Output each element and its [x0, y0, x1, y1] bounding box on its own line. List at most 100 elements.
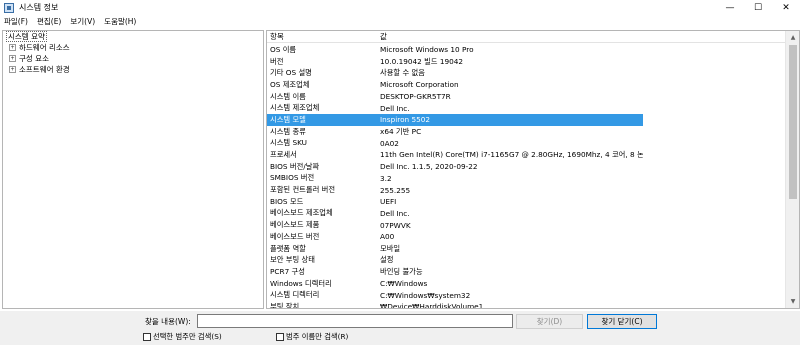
list-rows: OS 이름 Microsoft Windows 10 Pro 버전 10.0.1904…	[267, 44, 786, 309]
minimize-button[interactable]: —	[716, 0, 744, 15]
search-selected-category-checkbox[interactable]: 선택한 범주만 검색(S)	[143, 332, 222, 342]
find-label: 찾을 내용(W):	[145, 317, 191, 326]
table-row[interactable]: OS 이름 Microsoft Windows 10 Pro	[267, 44, 786, 56]
table-row[interactable]: 베이스보드 제조업체 Dell Inc.	[267, 208, 786, 220]
tree-item-components[interactable]: + 구성 요소	[3, 53, 263, 64]
table-row[interactable]: 시스템 디렉터리 C:₩Windows₩system32	[267, 289, 786, 301]
vertical-scrollbar[interactable]: ▲ ▼	[785, 31, 799, 308]
menu-edit[interactable]: 편집(E)	[37, 16, 61, 27]
table-row[interactable]: 플랫폼 역할 모바일	[267, 243, 786, 255]
table-row[interactable]: PCR7 구성 바인딩 불가능	[267, 266, 786, 278]
row-item-cell: 포함된 컨트롤러 버전	[270, 185, 336, 195]
row-item-cell: 베이스보드 제품	[270, 220, 320, 230]
tree-item-label: 시스템 요약	[6, 31, 47, 42]
row-item-cell: OS 이름	[270, 44, 297, 54]
checkbox-box[interactable]	[276, 333, 284, 341]
row-item-cell: 시스템 이름	[270, 91, 306, 101]
table-row[interactable]: 시스템 제조업체 Dell Inc.	[267, 102, 786, 114]
row-item-cell: 시스템 디렉터리	[270, 290, 320, 300]
table-row[interactable]: BIOS 모드 UEFI	[267, 196, 786, 208]
scroll-thumb[interactable]	[789, 45, 797, 199]
table-row[interactable]: 부팅 장치 ₩Device₩HarddiskVolume1	[267, 301, 786, 309]
table-row[interactable]: 시스템 이름 DESKTOP-GKR5T7R	[267, 91, 786, 103]
find-button[interactable]: 찾기(D)	[516, 314, 583, 329]
table-row[interactable]: 베이스보드 제품 07PWVK	[267, 219, 786, 231]
category-tree: 시스템 요약 + 하드웨어 리소스 + 구성 요소 + 소프트웨어 환경	[2, 30, 264, 309]
table-row[interactable]: BIOS 버전/날짜 Dell Inc. 1.1.5, 2020-09-22	[267, 161, 786, 173]
row-item-cell: 베이스보드 제조업체	[270, 208, 333, 218]
row-item-cell: BIOS 버전/날짜	[270, 161, 320, 171]
row-value-cell: Dell Inc.	[380, 103, 410, 113]
row-item-cell: 버전	[270, 56, 284, 66]
row-value-cell: Inspiron 5502	[380, 115, 431, 125]
column-header-item[interactable]: 항목	[267, 31, 377, 42]
row-value-cell: 모바일	[380, 243, 401, 253]
tree-item-system-summary[interactable]: 시스템 요약	[3, 31, 263, 42]
row-value-cell: 11th Gen Intel(R) Core(TM) i7-1165G7 @ 2…	[380, 150, 643, 160]
details-list: 항목 값 OS 이름 Microsoft Windows 10 Pro 버전 10.0…	[266, 30, 800, 309]
row-value-cell: x64 기반 PC	[380, 126, 422, 136]
table-row[interactable]: OS 제조업체 Microsoft Corporation	[267, 79, 786, 91]
row-item-cell: 시스템 제조업체	[270, 103, 320, 113]
row-value-cell: Dell Inc.	[380, 208, 410, 218]
expand-icon[interactable]: +	[9, 66, 16, 73]
table-row[interactable]: 보안 부팅 상태 설정	[267, 254, 786, 266]
expand-icon[interactable]: +	[9, 44, 16, 51]
search-category-names-checkbox[interactable]: 범주 이름만 검색(R)	[276, 332, 348, 342]
table-row[interactable]: 버전 10.0.19042 빌드 19042	[267, 56, 786, 68]
close-button[interactable]: ✕	[772, 0, 800, 15]
window-title: 시스템 정보	[19, 3, 59, 12]
menu-view[interactable]: 보기(V)	[70, 16, 95, 27]
table-row[interactable]: 기타 OS 설명 사용할 수 없음	[267, 67, 786, 79]
row-item-cell: BIOS 모드	[270, 196, 304, 206]
row-item-cell: 베이스보드 버전	[270, 231, 320, 241]
window-controls: — ☐ ✕	[716, 0, 800, 15]
row-item-cell: PCR7 구성	[270, 266, 305, 276]
find-panel: 찾을 내용(W): 찾기(D) 찾기 닫기(C) 선택한 범주만 검색(S) 범…	[0, 311, 800, 345]
checkbox-label: 선택한 범주만 검색(S)	[153, 332, 222, 341]
row-value-cell: 설정	[380, 255, 394, 265]
table-row[interactable]: SMBIOS 버전 3.2	[267, 173, 786, 185]
table-row[interactable]: 포함된 컨트롤러 버전 255.255	[267, 184, 786, 196]
table-row[interactable]: 시스템 종류 x64 기반 PC	[267, 126, 786, 138]
row-value-cell: 바인딩 불가능	[380, 266, 423, 276]
row-value-cell: 10.0.19042 빌드 19042	[380, 56, 464, 66]
row-value-cell: ₩Device₩HarddiskVolume1	[380, 302, 484, 309]
row-item-cell: OS 제조업체	[270, 79, 310, 89]
tree-item-label: 소프트웨어 환경	[19, 65, 70, 74]
row-item-cell: SMBIOS 버전	[270, 173, 315, 183]
close-find-button[interactable]: 찾기 닫기(C)	[587, 314, 657, 329]
table-row[interactable]: 프로세서 11th Gen Intel(R) Core(TM) i7-1165G7…	[267, 149, 786, 161]
row-value-cell: C:₩Windows₩system32	[380, 290, 471, 300]
tree-item-hardware-resources[interactable]: + 하드웨어 리소스	[3, 42, 263, 53]
row-item-cell: 부팅 장치	[270, 301, 300, 309]
system-info-icon	[4, 2, 14, 13]
row-value-cell: 사용할 수 없음	[380, 68, 425, 78]
row-item-cell: 보안 부팅 상태	[270, 255, 315, 265]
scroll-up-icon[interactable]: ▲	[786, 31, 799, 44]
row-value-cell: Microsoft Corporation	[380, 80, 459, 90]
maximize-button[interactable]: ☐	[744, 0, 772, 15]
row-value-cell: 3.2	[380, 173, 392, 183]
row-item-cell: Windows 디렉터리	[270, 278, 332, 288]
expand-icon[interactable]: +	[9, 55, 16, 62]
menu-help[interactable]: 도움말(H)	[104, 16, 136, 27]
row-value-cell: UEFI	[380, 197, 397, 207]
column-header-value[interactable]: 값	[377, 31, 387, 42]
row-value-cell: 0A02	[380, 138, 399, 148]
row-item-cell: 플랫폼 역할	[270, 243, 306, 253]
tree-item-software-environment[interactable]: + 소프트웨어 환경	[3, 64, 263, 75]
table-row[interactable]: 베이스보드 버전 A00	[267, 231, 786, 243]
find-input[interactable]	[197, 314, 513, 328]
checkbox-box[interactable]	[143, 333, 151, 341]
row-value-cell: Microsoft Windows 10 Pro	[380, 45, 474, 55]
scroll-down-icon[interactable]: ▼	[786, 295, 799, 308]
checkbox-label: 범주 이름만 검색(R)	[286, 332, 349, 341]
row-item-cell: 시스템 SKU	[270, 138, 308, 148]
table-row[interactable]: 시스템 SKU 0A02	[267, 138, 786, 150]
list-header: 항목 값	[267, 31, 786, 43]
table-row[interactable]: 시스템 모델 Inspiron 5502	[267, 114, 643, 126]
menu-file[interactable]: 파일(F)	[4, 16, 28, 27]
row-value-cell: A00	[380, 232, 395, 242]
table-row[interactable]: Windows 디렉터리 C:₩Windows	[267, 278, 786, 290]
